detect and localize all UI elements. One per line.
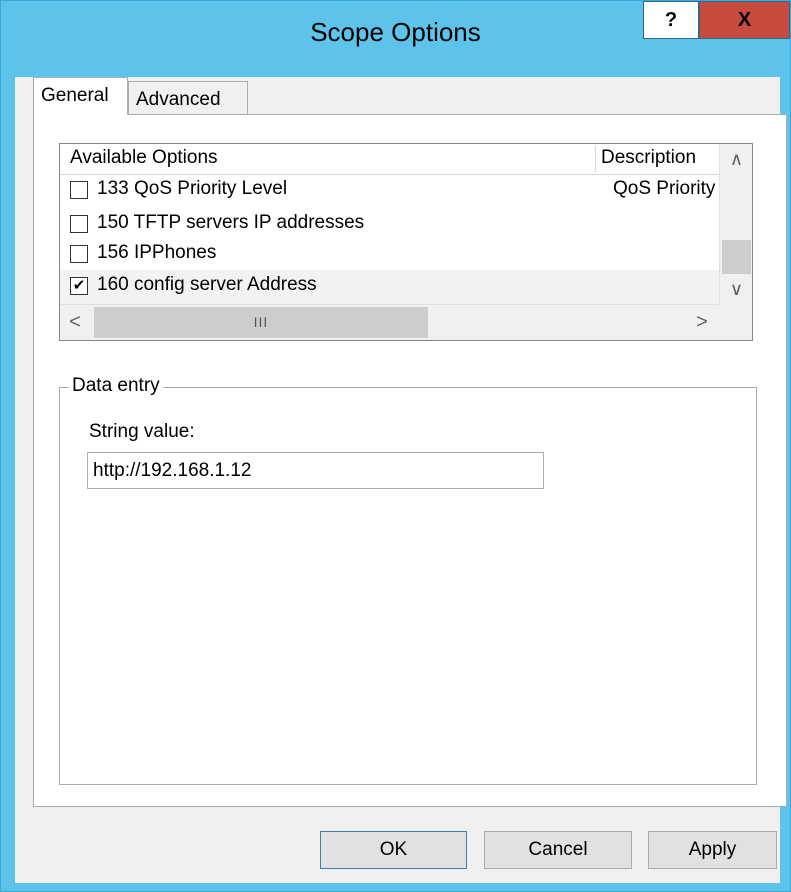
scroll-up-icon[interactable]: ∧ bbox=[720, 144, 752, 174]
list-header: Available Options Description bbox=[60, 144, 719, 175]
help-button[interactable]: ? bbox=[643, 1, 699, 39]
dialog-body: General Advanced Available Options Descr… bbox=[15, 77, 787, 883]
option-name: 156 IPPhones bbox=[97, 242, 217, 263]
grip-icon: III bbox=[253, 314, 269, 330]
option-name: 160 config server Address bbox=[97, 274, 317, 295]
ok-button[interactable]: OK bbox=[320, 831, 467, 869]
options-list[interactable]: Available Options Description 133 QoS Pr… bbox=[59, 143, 753, 341]
horizontal-scroll-thumb[interactable]: III bbox=[94, 307, 428, 338]
option-name: 133 QoS Priority Level bbox=[97, 178, 288, 199]
string-value-input[interactable] bbox=[87, 452, 544, 489]
cancel-button[interactable]: Cancel bbox=[484, 831, 632, 869]
list-item-selected[interactable]: ✔ 160 config server Address bbox=[60, 270, 719, 304]
column-header-description[interactable]: Description bbox=[601, 144, 719, 174]
close-icon: X bbox=[737, 8, 752, 31]
vertical-scroll-thumb[interactable] bbox=[722, 240, 751, 274]
horizontal-scrollbar[interactable]: < III > bbox=[60, 304, 719, 340]
close-button[interactable]: X bbox=[699, 1, 790, 39]
help-icon: ? bbox=[664, 8, 678, 31]
data-entry-groupbox bbox=[59, 387, 757, 785]
scroll-left-icon[interactable]: < bbox=[60, 305, 90, 340]
option-checkbox[interactable] bbox=[70, 181, 88, 199]
list-item[interactable]: 150 TFTP servers IP addresses bbox=[60, 208, 719, 242]
vertical-scrollbar[interactable]: ∧ ∨ bbox=[719, 144, 752, 304]
option-checkbox[interactable] bbox=[70, 215, 88, 233]
column-divider[interactable] bbox=[595, 146, 596, 172]
scroll-down-icon[interactable]: ∨ bbox=[720, 274, 752, 304]
string-value-label: String value: bbox=[89, 421, 195, 442]
apply-button[interactable]: Apply bbox=[648, 831, 777, 869]
list-item[interactable]: 133 QoS Priority Level QoS Priority bbox=[60, 174, 719, 208]
option-description: QoS Priority bbox=[613, 178, 716, 199]
option-checkbox[interactable] bbox=[70, 245, 88, 263]
option-name: 150 TFTP servers IP addresses bbox=[97, 212, 365, 233]
data-entry-label: Data entry bbox=[69, 375, 163, 397]
scrollbar-corner bbox=[719, 304, 752, 340]
general-tab-panel: Available Options Description 133 QoS Pr… bbox=[33, 114, 787, 807]
option-checkbox-checked[interactable]: ✔ bbox=[70, 277, 88, 295]
title-bar: Scope Options ? X bbox=[1, 1, 790, 77]
scope-options-dialog: Scope Options ? X General Advanced Avail… bbox=[0, 0, 791, 892]
tab-general[interactable]: General bbox=[33, 77, 128, 115]
column-header-available-options[interactable]: Available Options bbox=[70, 144, 600, 174]
tab-advanced[interactable]: Advanced bbox=[128, 81, 248, 115]
list-item[interactable]: 156 IPPhones bbox=[60, 238, 719, 272]
scroll-right-icon[interactable]: > bbox=[687, 305, 717, 340]
